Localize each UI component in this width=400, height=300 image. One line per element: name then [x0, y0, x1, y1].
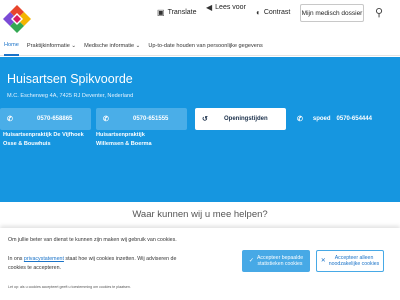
- phone-button-2[interactable]: ✆ 0570-651555: [96, 108, 187, 130]
- practice-2-line-1: Huisartsenpraktijk: [96, 132, 145, 138]
- emergency-number: 0570-654444: [336, 116, 372, 122]
- check-icon: ✓: [248, 257, 254, 264]
- accept-statistics-line-1: Accepteer bepaalde: [256, 254, 304, 261]
- nav-item-practice-info[interactable]: Praktijkinformatie ⌄: [27, 36, 76, 56]
- nav-item-medical-info[interactable]: Medische informatie ⌄: [84, 36, 140, 56]
- phone-icon: ✆: [297, 116, 303, 123]
- logo-icon[interactable]: [2, 4, 32, 34]
- contrast-label: Contrast: [263, 9, 291, 16]
- accept-necessary-line-2: noodzakelijke cookies: [328, 261, 380, 267]
- phone-number-1: 0570-658865: [37, 116, 73, 122]
- opening-hours-label: Openingstijden: [224, 116, 268, 122]
- cookie-text-post: staat hoe wij cookies inzetten. Wij advi…: [63, 256, 177, 262]
- nav-item-update-details[interactable]: Up-to-date houden van persoonlijke gegev…: [148, 36, 262, 56]
- nav-item-home[interactable]: Home: [4, 36, 19, 56]
- accept-statistics-line-2: statistieken cookies: [257, 261, 303, 267]
- cookie-text-line-2: In ons privacystatement staat hoe wij co…: [8, 256, 176, 262]
- practice-name-2: Huisartsenpraktijk Willemsen & Boerma: [96, 131, 152, 149]
- practice-2-line-2: Willemsen & Boerma: [96, 141, 152, 147]
- read-aloud-label: Lees voor: [215, 4, 246, 11]
- medical-dossier-button[interactable]: Mijn medisch dossier: [300, 4, 364, 22]
- contrast-icon: ◐: [256, 8, 261, 17]
- phone-icon: ✆: [103, 116, 109, 123]
- practice-1-line-2: Osse & Bouwhuis: [3, 141, 51, 147]
- read-aloud-link[interactable]: ◀ Lees voor: [206, 3, 246, 12]
- emergency-label: spoed: [312, 116, 331, 122]
- main-nav: Home Praktijkinformatie ⌄ Medische infor…: [0, 36, 400, 56]
- page-title: Huisartsen Spikvoorde: [7, 72, 133, 86]
- site-header: ▣ Translate ◀ Lees voor ◐ Contrast Mijn …: [0, 0, 400, 36]
- emergency-line[interactable]: ✆ spoed 0570-654444: [297, 108, 372, 130]
- phone-button-1[interactable]: ✆ 0570-658865: [0, 108, 91, 130]
- help-heading: Waar kunnen wij u mee helpen?: [132, 209, 268, 220]
- privacy-statement-link[interactable]: privacystatement: [24, 256, 64, 262]
- clock-icon: ↺: [202, 116, 208, 123]
- accept-necessary-cookies-button[interactable]: ✕ Accepteer alleen noodzakelijke cookies: [316, 250, 384, 272]
- phone-number-2: 0570-651555: [133, 116, 169, 122]
- cookie-text-pre: In ons: [8, 256, 24, 262]
- practice-1-line-1: Huisartsenpraktijk De Vijfhoek: [3, 132, 84, 138]
- opening-hours-button[interactable]: ↺ Openingstijden: [195, 108, 286, 130]
- cookie-text-line-1: Om jullie beter van dienst te kunnen zij…: [8, 237, 177, 243]
- practice-name-1: Huisartsenpraktijk De Vijfhoek Osse & Bo…: [3, 131, 84, 149]
- accept-statistics-cookies-button[interactable]: ✓ Accepteer bepaalde statistieken cookie…: [242, 250, 310, 272]
- accept-necessary-line-1: Accepteer alleen: [334, 254, 374, 261]
- cookie-text-line-3: cookies te accepteren.: [8, 265, 61, 271]
- cookie-banner: Om jullie beter van dienst te kunnen zij…: [0, 228, 400, 300]
- close-icon: ✕: [320, 257, 326, 264]
- phone-icon: ✆: [7, 116, 13, 123]
- accept-statistics-label: Accepteer bepaalde statistieken cookies: [257, 255, 303, 268]
- translate-icon: ▣: [157, 8, 165, 17]
- address: M.C. Escherweg 4A, 7425 RJ Deventer, Ned…: [7, 93, 134, 99]
- cookie-note: Let op: als u cookies accepteert geeft u…: [8, 285, 131, 289]
- search-icon[interactable]: ⚲: [375, 6, 383, 19]
- speaker-icon: ◀: [206, 3, 213, 12]
- accept-necessary-label: Accepteer alleen noodzakelijke cookies: [329, 255, 379, 268]
- contrast-link[interactable]: ◐ Contrast: [256, 8, 290, 17]
- translate-link[interactable]: ▣ Translate: [157, 8, 196, 17]
- translate-label: Translate: [167, 9, 197, 16]
